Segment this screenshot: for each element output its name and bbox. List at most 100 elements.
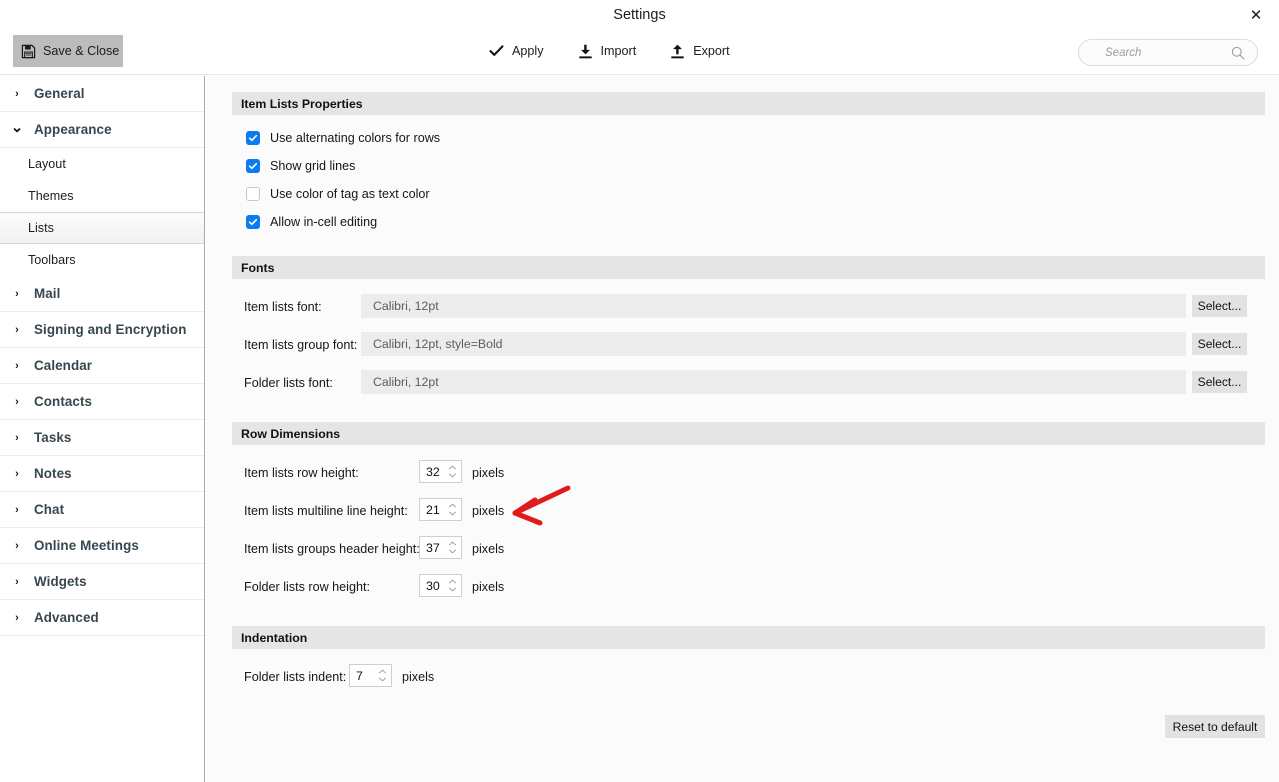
- search-icon[interactable]: [1231, 46, 1245, 65]
- search-box[interactable]: [1078, 39, 1267, 66]
- section-header-item-lists-properties: Item Lists Properties: [232, 92, 1265, 115]
- label-item-lists-multiline-line-height: Item lists multiline line height:: [244, 504, 408, 518]
- checkbox-use-color-of-tag[interactable]: [246, 187, 260, 201]
- apply-label: Apply: [512, 44, 544, 58]
- sidebar-group-signing-and-encryption[interactable]: › Signing and Encryption: [0, 312, 204, 348]
- field-folder-lists-font[interactable]: Calibri, 12pt: [361, 370, 1186, 394]
- item-lists-row-height-spinner[interactable]: 32: [419, 460, 462, 483]
- checkbox-use-alternating-colors[interactable]: [246, 131, 260, 145]
- sidebar-item-themes[interactable]: Themes: [0, 180, 204, 212]
- select-item-lists-font-button[interactable]: Select...: [1192, 295, 1247, 317]
- window-title: Settings: [613, 7, 666, 23]
- select-folder-lists-font-button[interactable]: Select...: [1192, 371, 1247, 393]
- chevron-down-icon[interactable]: [448, 549, 457, 554]
- export-button[interactable]: Export: [668, 36, 731, 66]
- spinner-arrows[interactable]: [446, 499, 461, 520]
- sidebar-item-label: Lists: [28, 221, 54, 235]
- checkbox-allow-in-cell-editing[interactable]: [246, 215, 260, 229]
- chevron-down-icon[interactable]: [448, 587, 457, 592]
- sidebar-group-mail[interactable]: › Mail: [0, 276, 204, 312]
- units-item-lists-multiline-line-height: pixels: [472, 504, 505, 518]
- chevron-down-icon[interactable]: [378, 677, 387, 682]
- sidebar-group-widgets[interactable]: › Widgets: [0, 564, 204, 600]
- item-lists-groups-header-height-spinner[interactable]: 37: [419, 536, 462, 559]
- sidebar-group-tasks[interactable]: › Tasks: [0, 420, 204, 456]
- field-item-lists-group-font[interactable]: Calibri, 12pt, style=Bold: [361, 332, 1186, 356]
- sidebar-item-lists[interactable]: Lists: [0, 212, 204, 244]
- spinner-value[interactable]: 21: [420, 503, 446, 517]
- folder-lists-indent-spinner[interactable]: 7: [349, 664, 392, 687]
- units-folder-lists-row-height: pixels: [472, 580, 505, 594]
- checkbox-show-grid-lines[interactable]: [246, 159, 260, 173]
- checkbox-row-show-grid-lines[interactable]: Show grid lines: [246, 156, 355, 176]
- settings-content: Item Lists Properties Use alternating co…: [206, 76, 1279, 782]
- chevron-right-icon: ›: [15, 467, 19, 480]
- checkbox-row-use-color-of-tag[interactable]: Use color of tag as text color: [246, 184, 430, 204]
- field-item-lists-font[interactable]: Calibri, 12pt: [361, 294, 1186, 318]
- chevron-down-icon[interactable]: [448, 473, 457, 478]
- sidebar-group-chat[interactable]: › Chat: [0, 492, 204, 528]
- chevron-down-icon[interactable]: [448, 511, 457, 516]
- spinner-value[interactable]: 30: [420, 579, 446, 593]
- spinner-value[interactable]: 37: [420, 541, 446, 555]
- spinner-value[interactable]: 7: [350, 669, 376, 683]
- spinner-arrows[interactable]: [446, 575, 461, 596]
- sidebar-group-calendar[interactable]: › Calendar: [0, 348, 204, 384]
- sidebar-group-general[interactable]: › General: [0, 76, 204, 112]
- upload-icon: [670, 44, 685, 59]
- checkbox-label: Use color of tag as text color: [270, 187, 430, 201]
- spinner-arrows[interactable]: [376, 665, 391, 686]
- chevron-right-icon: ›: [15, 575, 19, 588]
- reset-to-default-button[interactable]: Reset to default: [1165, 715, 1265, 738]
- chevron-right-icon: ›: [15, 503, 19, 516]
- sidebar-group-advanced[interactable]: › Advanced: [0, 600, 204, 636]
- sidebar-group-label: Advanced: [34, 610, 99, 625]
- label-folder-lists-font: Folder lists font:: [244, 376, 333, 390]
- section-title: Row Dimensions: [241, 426, 341, 441]
- sidebar-group-contacts[interactable]: › Contacts: [0, 384, 204, 420]
- folder-lists-row-height-spinner[interactable]: 30: [419, 574, 462, 597]
- chevron-up-icon[interactable]: [448, 465, 457, 470]
- export-label: Export: [693, 44, 730, 58]
- checkbox-row-use-alternating-colors[interactable]: Use alternating colors for rows: [246, 128, 440, 148]
- section-title: Fonts: [241, 260, 275, 275]
- sidebar-item-toolbars[interactable]: Toolbars: [0, 244, 204, 276]
- units-item-lists-row-height: pixels: [472, 466, 505, 480]
- spinner-arrows[interactable]: [446, 537, 461, 558]
- label-folder-lists-indent: Folder lists indent:: [244, 670, 347, 684]
- save-and-close-button[interactable]: Save & Close: [13, 35, 123, 67]
- settings-sidebar[interactable]: › General ⌄ Appearance Layout Themes Lists Tool…: [0, 76, 205, 782]
- chevron-down-icon: ⌄: [10, 118, 24, 136]
- chevron-up-icon[interactable]: [448, 541, 457, 546]
- label-item-lists-groups-header-height: Item lists groups header height:: [244, 542, 420, 556]
- save-and-close-label: Save & Close: [43, 44, 120, 58]
- sidebar-item-layout[interactable]: Layout: [0, 148, 204, 180]
- spinner-value[interactable]: 32: [420, 465, 446, 479]
- chevron-right-icon: ›: [15, 323, 19, 336]
- spinner-arrows[interactable]: [446, 461, 461, 482]
- sidebar-group-online-meetings[interactable]: › Online Meetings: [0, 528, 204, 564]
- select-item-lists-group-font-button[interactable]: Select...: [1192, 333, 1247, 355]
- chevron-right-icon: ›: [15, 611, 19, 624]
- label-item-lists-group-font: Item lists group font:: [244, 338, 358, 352]
- section-title: Indentation: [241, 630, 308, 645]
- import-label: Import: [600, 44, 637, 58]
- label-folder-lists-row-height: Folder lists row height:: [244, 580, 370, 594]
- checkbox-row-allow-in-cell-editing[interactable]: Allow in-cell editing: [246, 212, 377, 232]
- checkbox-label: Show grid lines: [270, 159, 356, 173]
- toolbar: Save & Close Apply Import Export Search: [0, 31, 1279, 75]
- close-icon[interactable]: ✕: [1239, 1, 1273, 29]
- chevron-right-icon: ›: [15, 359, 19, 372]
- item-lists-multiline-line-height-spinner[interactable]: 21: [419, 498, 462, 521]
- apply-button[interactable]: Apply: [487, 36, 546, 66]
- chevron-right-icon: ›: [15, 431, 19, 444]
- section-header-row-dimensions: Row Dimensions: [232, 422, 1265, 445]
- sidebar-group-notes[interactable]: › Notes: [0, 456, 204, 492]
- import-button[interactable]: Import: [576, 36, 639, 66]
- chevron-up-icon[interactable]: [448, 579, 457, 584]
- sidebar-group-appearance[interactable]: ⌄ Appearance: [0, 112, 204, 148]
- sidebar-item-label: Toolbars: [28, 253, 76, 267]
- sidebar-group-label: Notes: [34, 466, 72, 481]
- chevron-up-icon[interactable]: [448, 503, 457, 508]
- chevron-up-icon[interactable]: [378, 669, 387, 674]
